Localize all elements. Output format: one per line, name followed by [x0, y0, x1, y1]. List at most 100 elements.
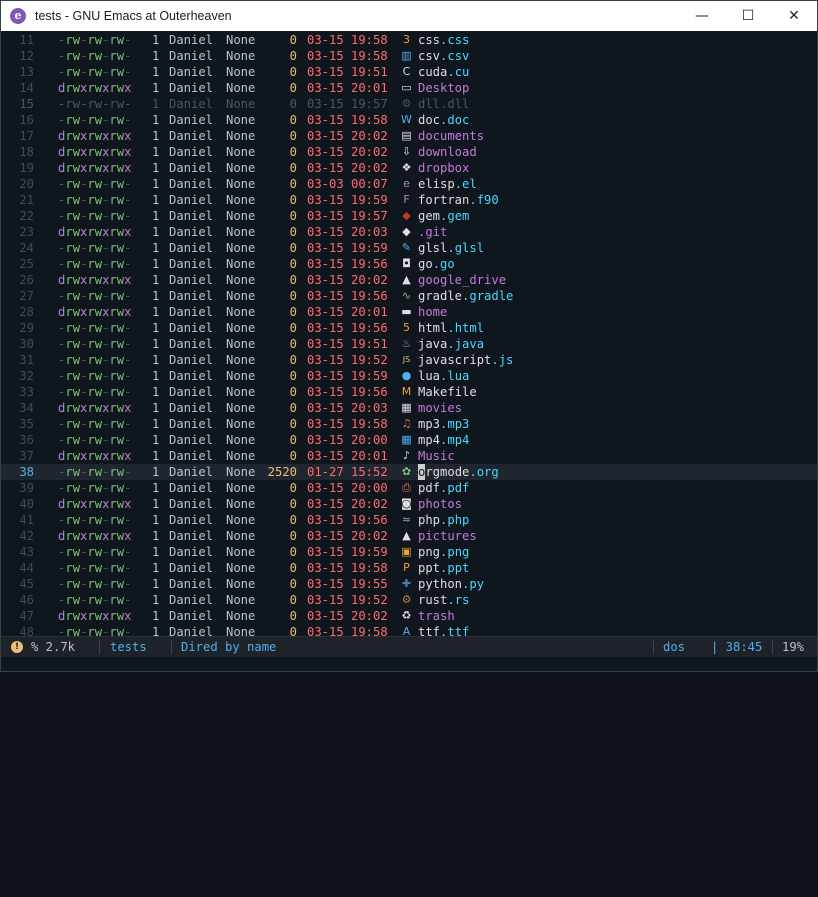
buffer-name[interactable]: tests: [110, 637, 147, 657]
dired-entry-row[interactable]: 33 -rw-rw-rw- 1 Daniel None 0 03-15 19:56 M Makef…: [1, 384, 817, 400]
directory-name[interactable]: .git: [418, 224, 447, 240]
dired-entry-row[interactable]: 37 drwxrwxrwx 1 Daniel None 0 03-15 20:01 ♪ Music: [1, 448, 817, 464]
dired-entry-row[interactable]: 48 -rw-rw-rw- 1 Daniel None 0 03-15 19:58 Attf.t…: [1, 624, 817, 636]
directory-name[interactable]: trash: [418, 608, 455, 624]
dired-entry-row[interactable]: 47 drwxrwxrwx 1 Daniel None 0 03-15 20:02 ♻ trash: [1, 608, 817, 624]
close-button[interactable]: ✕: [771, 1, 817, 31]
dired-entry-row[interactable]: 43 -rw-rw-rw- 1 Daniel None 0 03-15 19:59 ▣ png.p…: [1, 544, 817, 560]
file-name[interactable]: fortran.f90: [418, 192, 499, 208]
dired-entry-row[interactable]: 36 -rw-rw-rw- 1 Daniel None 0 03-15 20:00 ▦ mp4.m…: [1, 432, 817, 448]
dired-entry-row[interactable]: 40 drwxrwxrwx 1 Daniel None 0 03-15 20:02 ◙ photo…: [1, 496, 817, 512]
dired-entry-row[interactable]: 14 drwxrwxrwx 1 Daniel None 0 03-15 20:01 ▭ Deskt…: [1, 80, 817, 96]
dired-entry-row[interactable]: 35 -rw-rw-rw- 1 Daniel None 0 03-15 19:58 ♫ mp3.m…: [1, 416, 817, 432]
file-extension: .gradle: [462, 289, 514, 303]
file-name[interactable]: python.py: [418, 576, 484, 592]
file-name[interactable]: png.png: [418, 544, 469, 560]
dired-entry-row[interactable]: 44 -rw-rw-rw- 1 Daniel None 0 03-15 19:58 Pppt.p…: [1, 560, 817, 576]
dired-entry-row[interactable]: 23 drwxrwxrwx 1 Daniel None 0 03-15 20:03 ◆ .git: [1, 224, 817, 240]
major-mode[interactable]: Dired by name: [181, 637, 276, 657]
directory-name[interactable]: movies: [418, 400, 462, 416]
file-name[interactable]: lua.lua: [418, 368, 469, 384]
dired-entry-row[interactable]: 32 -rw-rw-rw- 1 Daniel None 0 03-15 19:59 ● lua.l…: [1, 368, 817, 384]
dired-entry-row[interactable]: 21 -rw-rw-rw- 1 Daniel None 0 03-15 19:59 Ffortr…: [1, 192, 817, 208]
directory-name[interactable]: dropbox: [418, 160, 469, 176]
file-basename: orgmode: [418, 464, 470, 480]
dired-entry-row[interactable]: 20 -rw-rw-rw- 1 Daniel None 0 03-03 00:07 e elisp…: [1, 176, 817, 192]
dired-entry-row[interactable]: 28 drwxrwxrwx 1 Daniel None 0 03-15 20:01 ▬ home: [1, 304, 817, 320]
modified-time: 20:00: [351, 433, 388, 447]
dired-entry-row[interactable]: 41 -rw-rw-rw- 1 Daniel None 0 03-15 19:56 ≈ php.p…: [1, 512, 817, 528]
dired-entry-row[interactable]: 15 -rw-rw-rw- 1 Daniel None 0 03-15 19:57 ⚙ dll.d…: [1, 96, 817, 112]
directory-name[interactable]: documents: [418, 128, 484, 144]
dired-entry-row[interactable]: 39 -rw-rw-rw- 1 Daniel None 0 03-15 20:00 ⎙ pdf.p…: [1, 480, 817, 496]
file-name[interactable]: rust.rs: [418, 592, 469, 608]
file-name[interactable]: ppt.ppt: [418, 560, 469, 576]
file-name[interactable]: mp3.mp3: [418, 416, 469, 432]
file-size: 0: [289, 33, 297, 47]
file-name[interactable]: javascript.js: [418, 352, 513, 368]
group: None: [226, 209, 256, 223]
file-name[interactable]: go.go: [418, 256, 455, 272]
directory-name[interactable]: google_drive: [418, 272, 506, 288]
dired-entry-row[interactable]: 22 -rw-rw-rw- 1 Daniel None 0 03-15 19:57 ◆ gem.g…: [1, 208, 817, 224]
dired-entry-row[interactable]: 27 -rw-rw-rw- 1 Daniel None 0 03-15 19:56 ∿ gradl…: [1, 288, 817, 304]
file-name[interactable]: cuda.cu: [418, 64, 469, 80]
modified-time: 20:03: [351, 401, 388, 415]
file-name[interactable]: java.java: [418, 336, 484, 352]
file-name[interactable]: glsl.glsl: [418, 240, 484, 256]
file-name[interactable]: pdf.pdf: [418, 480, 469, 496]
file-name[interactable]: mp4.mp4: [418, 432, 469, 448]
file-name[interactable]: dll.dll: [418, 96, 469, 112]
file-name[interactable]: gem.gem: [418, 208, 469, 224]
file-size: 0: [289, 513, 297, 527]
dired-entry-row[interactable]: 38 -rw-rw-rw- 1 Daniel None 2520 01-27 15:52 ✿ or…: [1, 464, 817, 480]
dired-entry-row[interactable]: 46 -rw-rw-rw- 1 Daniel None 0 03-15 19:52 ⚙ rust.…: [1, 592, 817, 608]
file-name[interactable]: html.html: [418, 320, 484, 336]
dired-entry-row[interactable]: 11 -rw-rw-rw- 1 Daniel None 0 03-15 19:58 3 css.c…: [1, 32, 817, 48]
file-name[interactable]: csv.csv: [418, 48, 469, 64]
minimize-button[interactable]: —: [679, 1, 725, 31]
file-size: 0: [289, 609, 297, 623]
css-icon: 3: [403, 33, 410, 46]
link-count: 1: [152, 497, 160, 511]
dired-entry-row[interactable]: 31 -rw-rw-rw- 1 Daniel None 0 03-15 19:52 JS java…: [1, 352, 817, 368]
directory-name[interactable]: home: [418, 304, 447, 320]
dired-entry-row[interactable]: 42 drwxrwxrwx 1 Daniel None 0 03-15 20:02 ▲ pictu…: [1, 528, 817, 544]
dired-entry-row[interactable]: 26 drwxrwxrwx 1 Daniel None 0 03-15 20:02 ▲ googl…: [1, 272, 817, 288]
line-ending-encoding[interactable]: dos: [663, 637, 685, 657]
dired-entry-row[interactable]: 45 -rw-rw-rw- 1 Daniel None 0 03-15 19:55 ✚ pytho…: [1, 576, 817, 592]
file-name[interactable]: php.php: [418, 512, 469, 528]
dired-buffer[interactable]: 11 -rw-rw-rw- 1 Daniel None 0 03-15 19:58 3 css.c…: [1, 32, 817, 636]
directory-name[interactable]: photos: [418, 496, 462, 512]
dired-entry-row[interactable]: 19 drwxrwxrwx 1 Daniel None 0 03-15 20:02 ❖ dropb…: [1, 160, 817, 176]
file-name[interactable]: css.css: [418, 32, 469, 48]
dired-entry-row[interactable]: 13 -rw-rw-rw- 1 Daniel None 0 03-15 19:51 Ccuda.…: [1, 64, 817, 80]
directory-name[interactable]: download: [418, 144, 477, 160]
title-bar[interactable]: e tests - GNU Emacs at Outerheaven — ☐ ✕: [1, 1, 817, 31]
file-name[interactable]: Makefile: [418, 384, 477, 400]
directory-name[interactable]: Music: [418, 448, 455, 464]
dired-entry-row[interactable]: 25 -rw-rw-rw- 1 Daniel None 0 03-15 19:56 ◘ go.go: [1, 256, 817, 272]
dired-entry-row[interactable]: 17 drwxrwxrwx 1 Daniel None 0 03-15 20:02 ▤ docum…: [1, 128, 817, 144]
file-name[interactable]: orgmode.org: [418, 464, 499, 480]
directory-name[interactable]: Desktop: [418, 80, 469, 96]
link-count: 1: [152, 113, 160, 127]
modified-date: 03-15: [307, 417, 344, 431]
file-name[interactable]: elisp.el: [418, 176, 477, 192]
modified-time: 19:58: [351, 625, 388, 636]
directory-name[interactable]: pictures: [418, 528, 477, 544]
dired-entry-row[interactable]: 16 -rw-rw-rw- 1 Daniel None 0 03-15 19:58 Wdoc.d…: [1, 112, 817, 128]
dired-entry-row[interactable]: 24 -rw-rw-rw- 1 Daniel None 0 03-15 19:59 ✎ glsl.…: [1, 240, 817, 256]
permissions: -rw-rw-rw-: [58, 113, 132, 127]
dired-entry-row[interactable]: 18 drwxrwxrwx 1 Daniel None 0 03-15 20:02 ⇩ downl…: [1, 144, 817, 160]
modified-date: 03-15: [307, 433, 344, 447]
dired-entry-row[interactable]: 30 -rw-rw-rw- 1 Daniel None 0 03-15 19:51 ♨ java.…: [1, 336, 817, 352]
maximize-button[interactable]: ☐: [725, 1, 771, 31]
file-name[interactable]: gradle.gradle: [418, 288, 513, 304]
dired-entry-row[interactable]: 29 -rw-rw-rw- 1 Daniel None 0 03-15 19:56 5 html.…: [1, 320, 817, 336]
dired-entry-row[interactable]: 12 -rw-rw-rw- 1 Daniel None 0 03-15 19:58 ▥ csv.c…: [1, 48, 817, 64]
dired-entry-row[interactable]: 34 drwxrwxrwx 1 Daniel None 0 03-15 20:03 ▦ movie…: [1, 400, 817, 416]
file-name[interactable]: ttf.ttf: [418, 624, 469, 636]
file-name[interactable]: doc.doc: [418, 112, 469, 128]
file-basename: ttf: [418, 625, 441, 636]
